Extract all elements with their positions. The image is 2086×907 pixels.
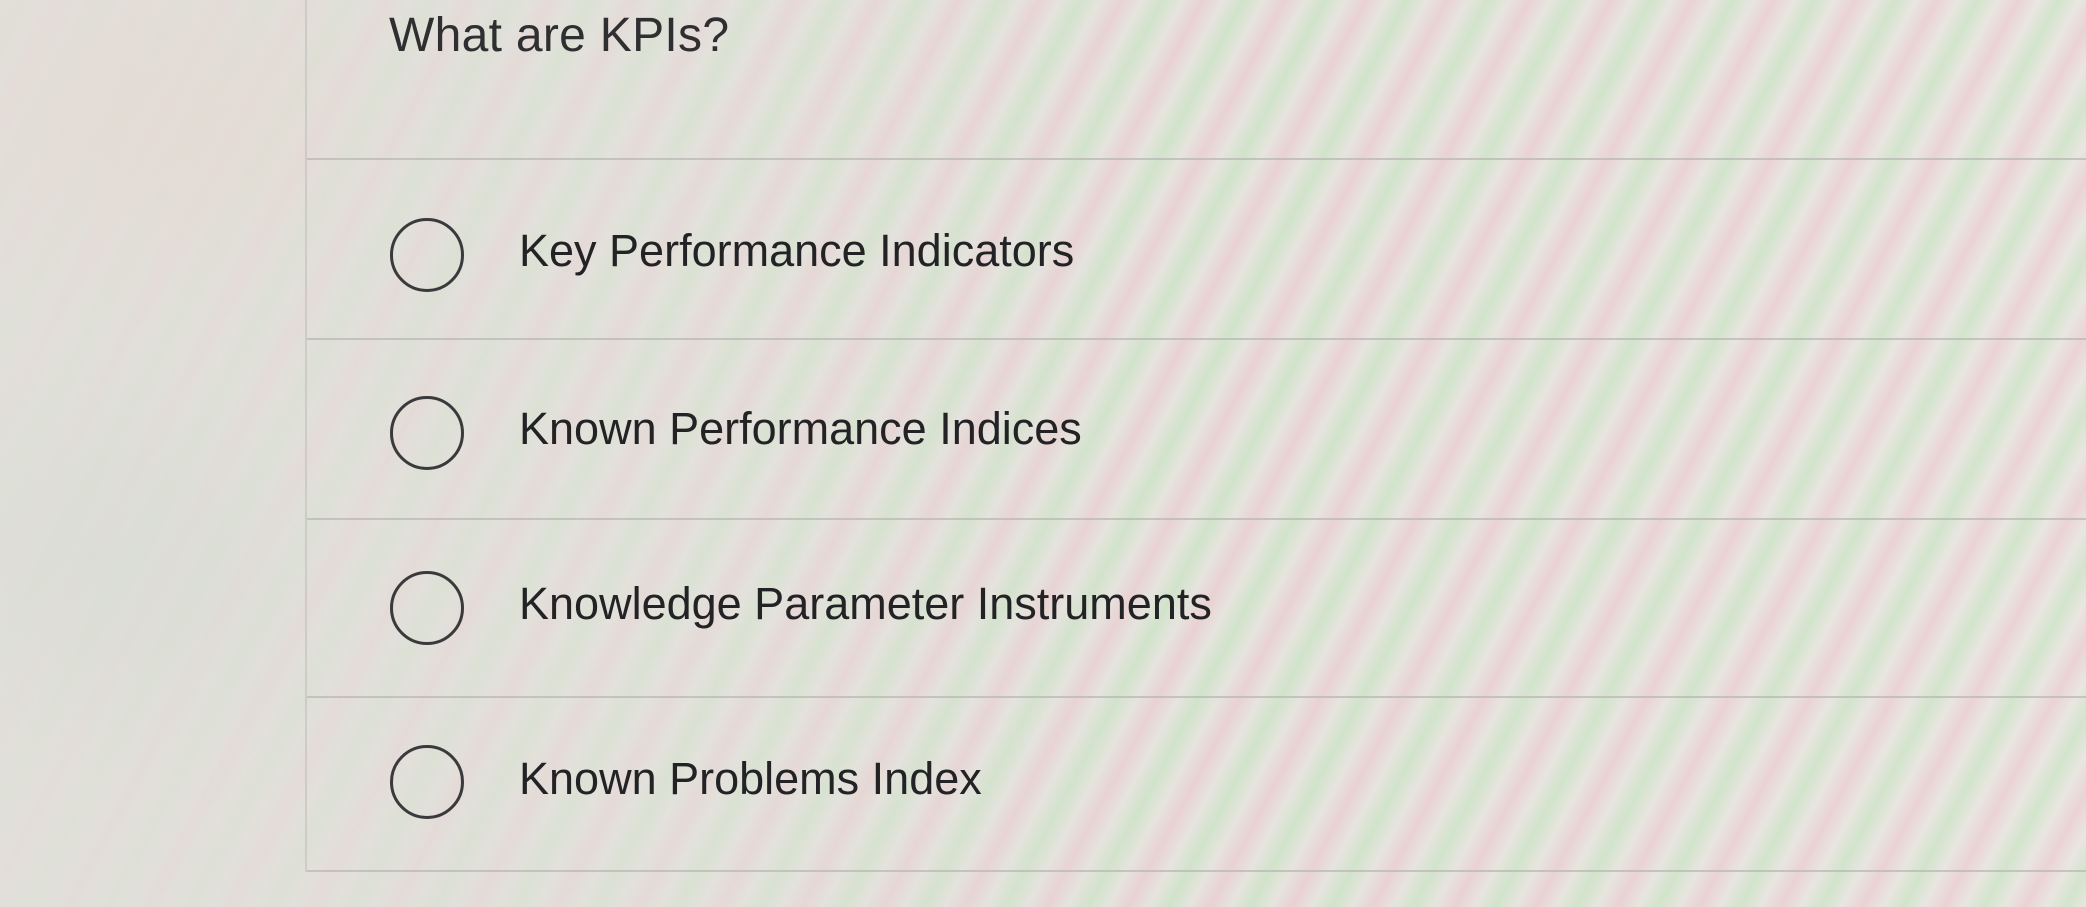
answer-label: Known Performance Indices (519, 403, 1082, 454)
radio-button[interactable] (390, 745, 464, 819)
radio-button[interactable] (390, 218, 464, 292)
answer-label: Key Performance Indicators (519, 225, 1075, 276)
answer-label: Knowledge Parameter Instruments (519, 578, 1212, 629)
answer-option-4[interactable]: Known Problems Index (307, 703, 2086, 878)
answer-option-3[interactable]: Knowledge Parameter Instruments (307, 525, 2086, 700)
radio-button[interactable] (390, 571, 464, 645)
answer-option-2[interactable]: Known Performance Indices (307, 345, 2086, 520)
divider (307, 338, 2086, 340)
divider (307, 696, 2086, 698)
quiz-question-panel: What are KPIs? Key Performance Indicator… (305, 0, 2086, 872)
question-text: What are KPIs? (389, 9, 730, 62)
answer-label: Known Problems Index (519, 753, 982, 804)
divider (307, 518, 2086, 520)
divider (307, 158, 2086, 160)
divider (307, 870, 2086, 872)
answer-option-1[interactable]: Key Performance Indicators (307, 165, 2086, 340)
radio-button[interactable] (390, 396, 464, 470)
